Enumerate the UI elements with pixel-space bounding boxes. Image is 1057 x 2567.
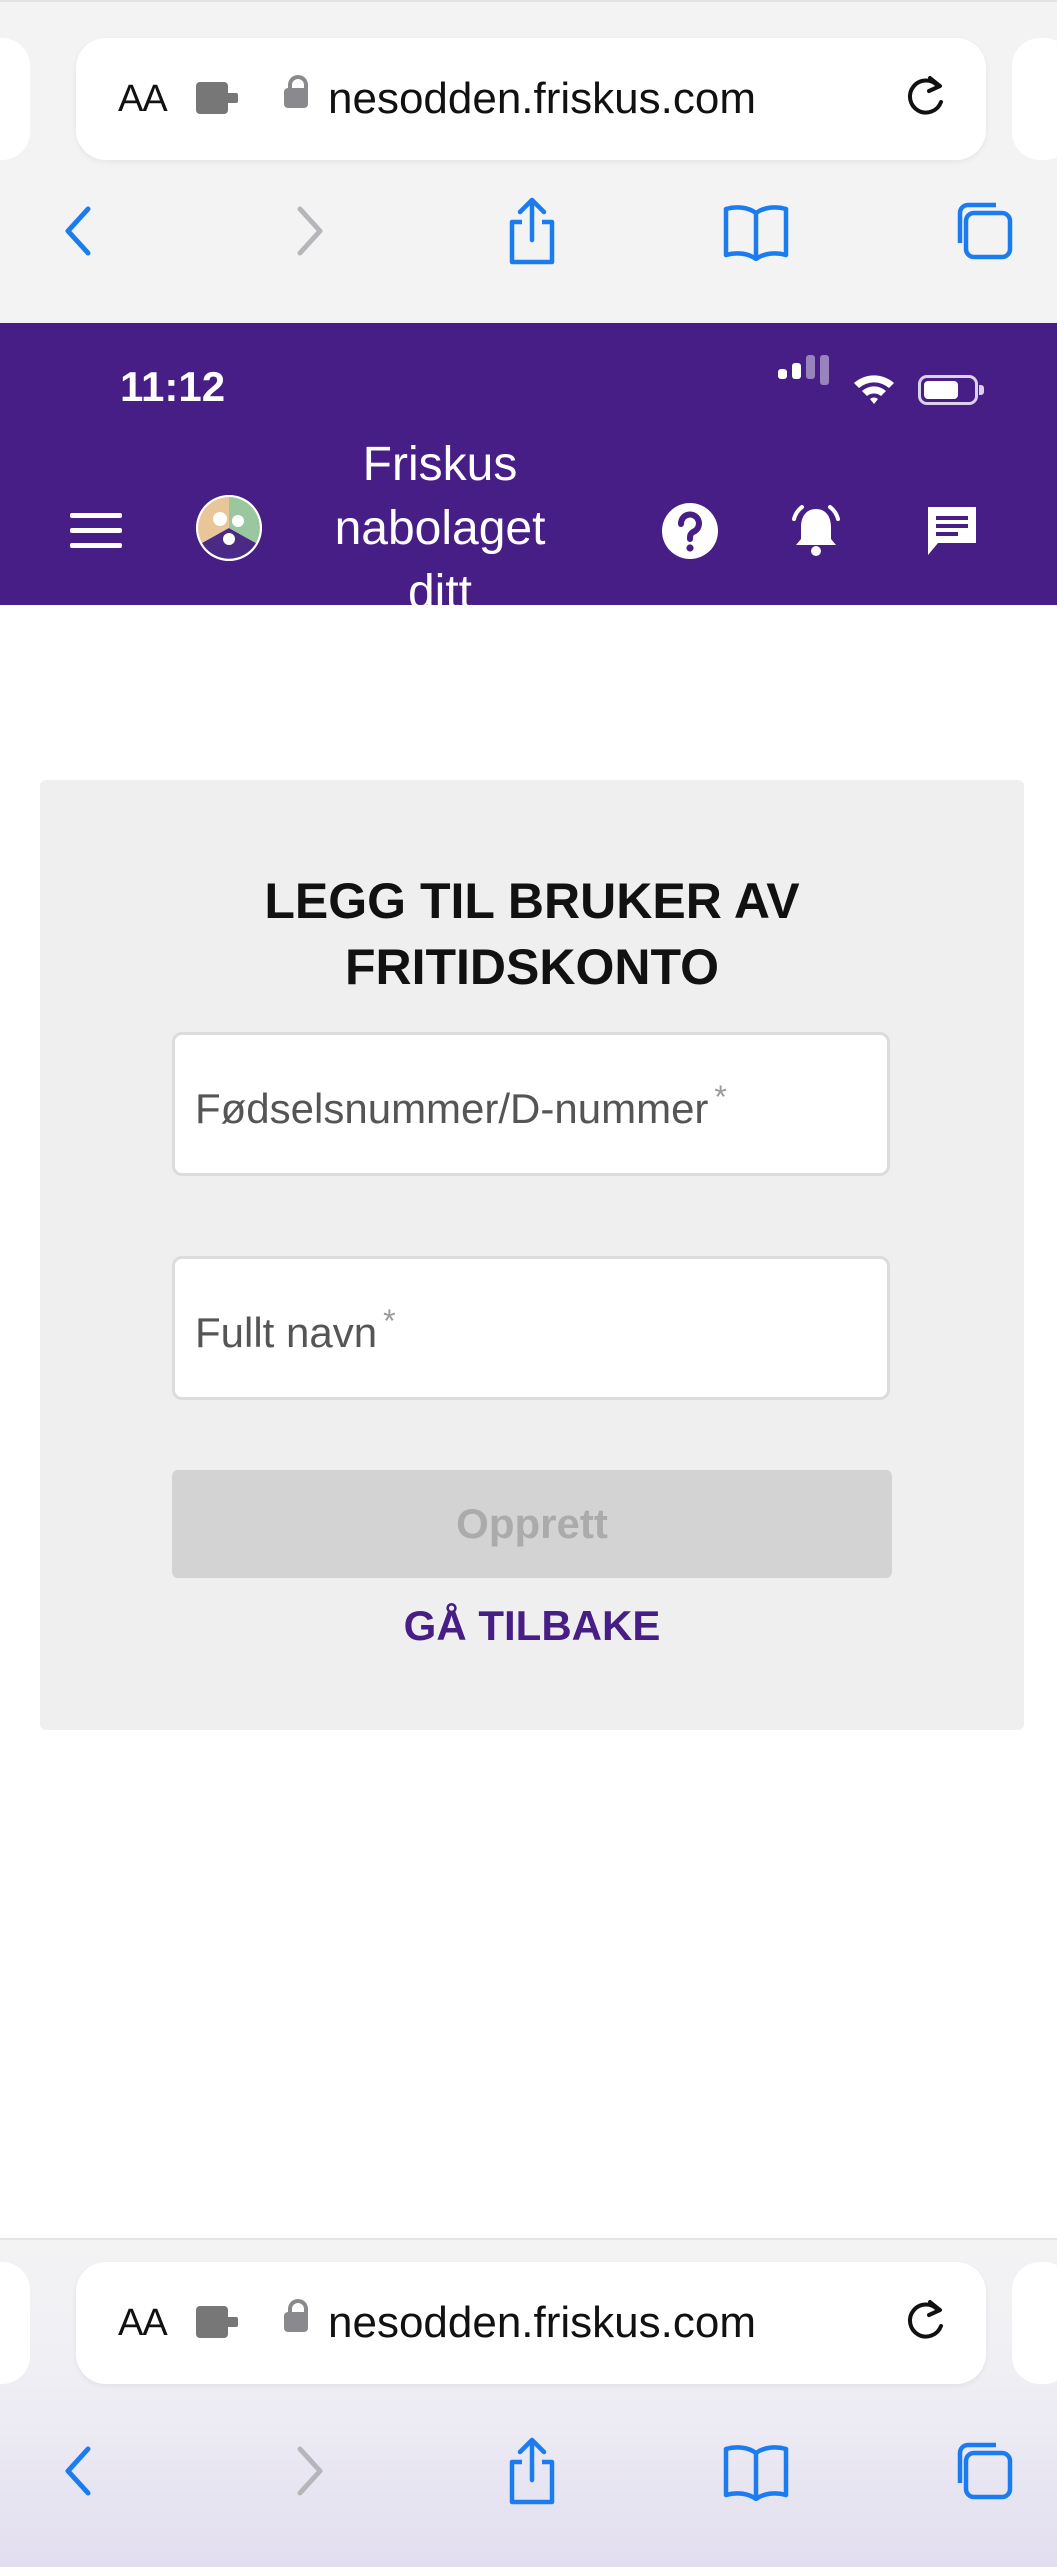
brand-name[interactable]: Friskus nabolaget ditt xyxy=(312,433,568,605)
address-bar[interactable]: AA nesodden.friskus.com xyxy=(76,2262,986,2384)
tabs-icon[interactable] xyxy=(944,186,1024,276)
browser-top-chrome: AA nesodden.friskus.com xyxy=(0,0,1057,325)
lock-icon xyxy=(284,75,308,108)
address-bar[interactable]: AA nesodden.friskus.com xyxy=(76,38,986,160)
back-arrow-icon[interactable] xyxy=(38,186,118,276)
id-number-field[interactable]: Fødselsnummer/D-nummer * xyxy=(172,1032,890,1176)
previous-tab-peek[interactable] xyxy=(0,38,30,160)
form-card: LEGG TIL BRUKER AV FRITIDSKONTO Fødselsn… xyxy=(40,780,1024,1730)
url-text[interactable]: nesodden.friskus.com xyxy=(328,74,756,124)
create-button[interactable]: Opprett xyxy=(172,1470,892,1578)
full-name-placeholder-text: Fullt navn xyxy=(195,1309,378,1356)
menu-icon[interactable] xyxy=(70,511,122,551)
battery-icon xyxy=(918,375,984,405)
bookmarks-icon[interactable] xyxy=(716,186,796,276)
status-time: 11:12 xyxy=(120,363,226,410)
share-icon[interactable] xyxy=(492,186,572,276)
help-icon[interactable] xyxy=(660,501,720,561)
browser-bottom-chrome: AA nesodden.friskus.com xyxy=(0,2238,1057,2567)
text-size-button[interactable]: AA xyxy=(118,2302,168,2345)
full-name-placeholder: Fullt navn * xyxy=(195,1303,396,1357)
id-number-placeholder: Fødselsnummer/D-nummer * xyxy=(195,1079,727,1133)
back-arrow-icon[interactable] xyxy=(38,2426,118,2516)
bookmarks-icon[interactable] xyxy=(716,2426,796,2516)
notification-bell-icon[interactable] xyxy=(786,501,846,561)
page-title-text: LEGG TIL BRUKER AV FRITIDSKONTO xyxy=(264,873,800,995)
message-icon[interactable] xyxy=(922,501,982,561)
friskus-logo[interactable] xyxy=(196,495,262,561)
full-name-field[interactable]: Fullt navn * xyxy=(172,1256,890,1400)
lock-icon xyxy=(284,2299,308,2332)
next-tab-peek[interactable] xyxy=(1012,38,1057,160)
browser-toolbar xyxy=(0,2426,1057,2516)
extension-icon[interactable] xyxy=(196,82,238,114)
url-text[interactable]: nesodden.friskus.com xyxy=(328,2298,756,2348)
next-tab-peek[interactable] xyxy=(1012,2262,1057,2384)
reload-icon[interactable] xyxy=(900,2296,950,2346)
previous-tab-peek[interactable] xyxy=(0,2262,30,2384)
app-header: 11:12 Friskus nabolaget ditt xyxy=(0,323,1057,605)
extension-icon[interactable] xyxy=(196,2306,238,2338)
reload-icon[interactable] xyxy=(900,72,950,122)
id-number-placeholder-text: Fødselsnummer/D-nummer xyxy=(195,1085,709,1132)
share-icon[interactable] xyxy=(492,2426,572,2516)
required-mark: * xyxy=(383,1303,396,1339)
go-back-link[interactable]: GÅ TILBAKE xyxy=(40,1602,1024,1650)
text-size-label: AA xyxy=(118,78,168,120)
browser-toolbar xyxy=(0,186,1057,276)
required-mark: * xyxy=(714,1079,727,1115)
page-title: LEGG TIL BRUKER AV FRITIDSKONTO xyxy=(40,868,1024,1000)
tabs-icon[interactable] xyxy=(944,2426,1024,2516)
forward-arrow-icon[interactable] xyxy=(270,186,350,276)
text-size-label: AA xyxy=(118,2302,168,2344)
text-size-button[interactable]: AA xyxy=(118,78,168,121)
forward-arrow-icon[interactable] xyxy=(270,2426,350,2516)
wifi-icon xyxy=(854,375,894,404)
